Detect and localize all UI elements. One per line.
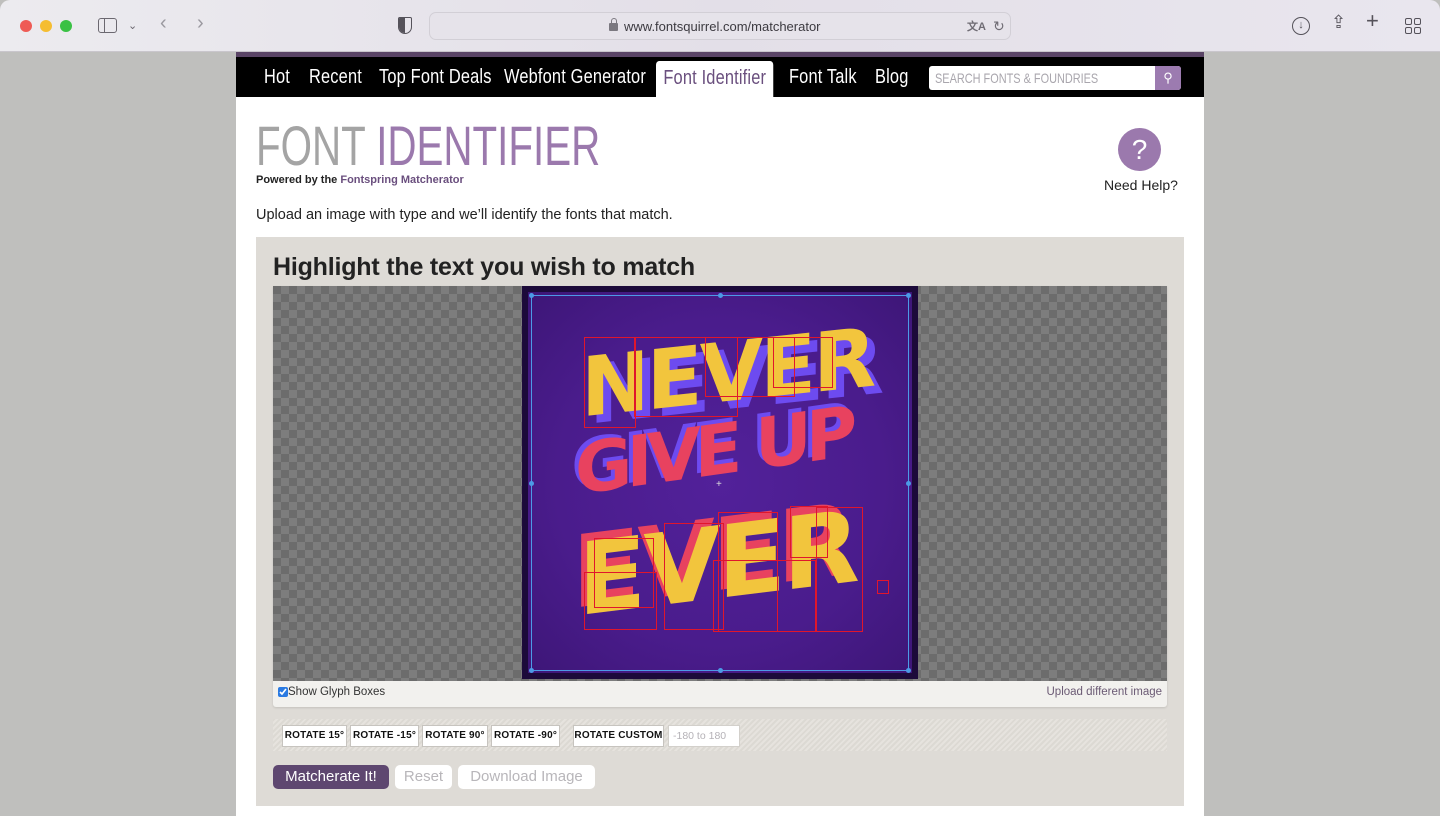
share-icon[interactable]: ⇪: [1331, 13, 1346, 31]
selection-rectangle[interactable]: +: [529, 293, 911, 673]
zoom-window-button[interactable]: [60, 20, 72, 32]
resize-handle[interactable]: [906, 293, 911, 298]
upload-different-image-link[interactable]: Upload different image: [1047, 686, 1163, 698]
new-tab-icon[interactable]: +: [1366, 10, 1379, 32]
page-title: FONT IDENTIFIER: [256, 116, 600, 176]
minimize-window-button[interactable]: [40, 20, 52, 32]
matcherator-panel: Highlight the text you wish to match NEV…: [256, 237, 1184, 806]
matcherate-button[interactable]: Matcherate It!: [273, 765, 389, 789]
image-editor: NEVER NEVER GIVE UP GIVE UP EVER EVER + …: [273, 286, 1167, 707]
show-glyph-boxes-toggle[interactable]: Show Glyph Boxes: [278, 686, 385, 698]
page: Hot Recent Top Font Deals Webfont Genera…: [236, 52, 1204, 816]
resize-handle[interactable]: [906, 481, 911, 486]
browser-toolbar: ⌄ ‹ › www.fontsquirrel.com/matcherator 文…: [0, 0, 1440, 52]
show-glyph-boxes-label: Show Glyph Boxes: [288, 686, 386, 698]
resize-handle[interactable]: [718, 293, 723, 298]
sidebar-icon[interactable]: [98, 18, 117, 33]
rotate-custom-button[interactable]: ROTATE CUSTOM: [573, 725, 664, 747]
powered-prefix: Powered by the: [256, 174, 338, 186]
resize-handle[interactable]: [529, 668, 534, 673]
resize-handle[interactable]: [529, 481, 534, 486]
resize-handle[interactable]: [529, 293, 534, 298]
panel-title: Highlight the text you wish to match: [273, 253, 695, 281]
rotate-90-button[interactable]: ROTATE 90°: [422, 725, 488, 747]
translate-icon[interactable]: 文A: [967, 18, 986, 34]
image-canvas[interactable]: NEVER NEVER GIVE UP GIVE UP EVER EVER +: [273, 286, 1167, 681]
rotate-minus-90-button[interactable]: ROTATE -90°: [491, 725, 560, 747]
download-icon[interactable]: ↓: [1292, 17, 1310, 35]
url-text[interactable]: www.fontsquirrel.com/matcherator: [624, 19, 821, 34]
forward-icon[interactable]: ›: [197, 13, 204, 33]
nav-hot[interactable]: Hot: [264, 57, 290, 97]
tab-overview-icon[interactable]: [1405, 18, 1421, 34]
rotate-custom-input[interactable]: [668, 725, 740, 747]
nav-font-identifier[interactable]: Font Identifier: [656, 61, 774, 101]
chevron-down-icon[interactable]: ⌄: [128, 18, 137, 34]
intro-text: Upload an image with type and we’ll iden…: [256, 207, 673, 223]
show-glyph-boxes-checkbox[interactable]: [278, 687, 288, 697]
address-bar[interactable]: www.fontsquirrel.com/matcherator 文A ↻: [429, 12, 1011, 40]
nav-webfont-generator[interactable]: Webfont Generator: [504, 57, 646, 97]
search-icon[interactable]: ⚲: [1155, 66, 1181, 90]
title-part-font: FONT: [256, 114, 366, 177]
help-question-icon[interactable]: ?: [1118, 128, 1161, 171]
main-nav: Hot Recent Top Font Deals Webfont Genera…: [236, 57, 1204, 101]
search-box: SEARCH FONTS & FOUNDRIES ⚲: [929, 66, 1181, 90]
reset-button[interactable]: Reset: [395, 765, 452, 789]
shield-icon[interactable]: [398, 17, 412, 34]
resize-handle[interactable]: [906, 668, 911, 673]
resize-handle[interactable]: [718, 668, 723, 673]
lock-icon: [609, 18, 618, 31]
rotate-15-button[interactable]: ROTATE 15°: [282, 725, 347, 747]
search-input[interactable]: [929, 66, 1155, 90]
nav-blog[interactable]: Blog: [875, 57, 908, 97]
nav-font-talk[interactable]: Font Talk: [789, 57, 857, 97]
need-help-link[interactable]: Need Help?: [1104, 177, 1178, 193]
title-part-identifier: IDENTIFIER: [376, 114, 601, 177]
nav-top-font-deals[interactable]: Top Font Deals: [379, 57, 492, 97]
back-icon[interactable]: ‹: [160, 13, 167, 33]
nav-recent[interactable]: Recent: [309, 57, 362, 97]
rotate-toolbar: ROTATE 15° ROTATE -15° ROTATE 90° ROTATE…: [273, 719, 1167, 751]
download-image-button[interactable]: Download Image: [458, 765, 595, 789]
close-window-button[interactable]: [20, 20, 32, 32]
powered-by: Powered by the Fontspring Matcherator: [256, 174, 464, 186]
crosshair-icon: +: [716, 479, 722, 490]
rotate-minus-15-button[interactable]: ROTATE -15°: [350, 725, 419, 747]
reload-icon[interactable]: ↻: [993, 18, 1005, 35]
fontspring-matcherator-link[interactable]: Fontspring Matcherator: [340, 174, 463, 186]
